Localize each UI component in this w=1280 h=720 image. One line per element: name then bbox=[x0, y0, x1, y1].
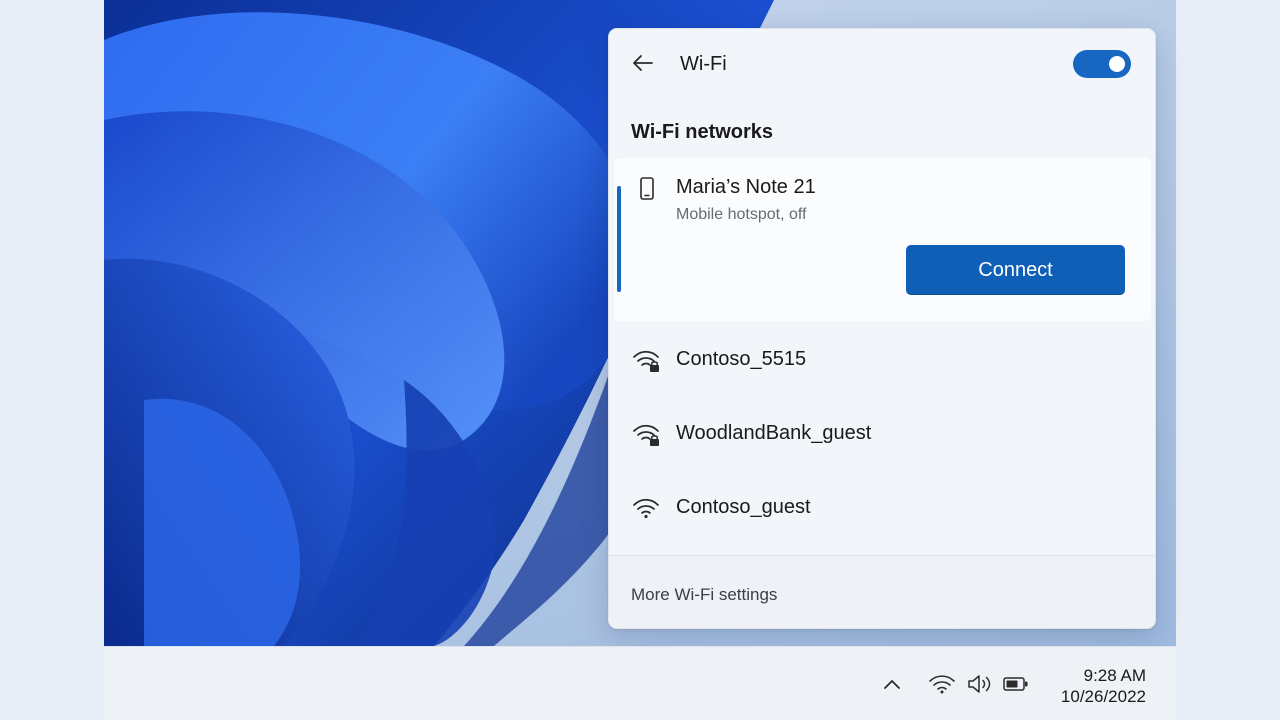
network-name: WoodlandBank_guest bbox=[676, 422, 872, 444]
more-wifi-settings-link[interactable]: More Wi-Fi settings bbox=[631, 585, 777, 605]
network-name: Contoso_5515 bbox=[676, 348, 807, 370]
battery-tray-button[interactable] bbox=[998, 647, 1034, 720]
toggle-knob bbox=[1109, 56, 1125, 72]
connect-button[interactable]: Connect bbox=[906, 245, 1125, 295]
battery-icon bbox=[1003, 677, 1028, 691]
flyout-footer: More Wi-Fi settings bbox=[609, 555, 1155, 628]
network-name: Maria’s Note 21 bbox=[676, 176, 816, 198]
flyout-title: Wi-Fi bbox=[680, 53, 727, 75]
selection-indicator bbox=[617, 186, 621, 292]
network-item[interactable]: WoodlandBank_guest bbox=[614, 402, 1151, 468]
wifi-icon bbox=[929, 675, 955, 694]
arrow-left-icon bbox=[633, 55, 653, 71]
flyout-header: Wi-Fi bbox=[609, 29, 1155, 99]
taskbar: 9:28 AM 10/26/2022 bbox=[104, 646, 1176, 720]
network-item[interactable]: Contoso_5515 bbox=[614, 328, 1151, 394]
chevron-up-icon bbox=[884, 680, 900, 689]
network-name: Contoso_guest bbox=[676, 496, 811, 518]
wifi-secured-icon bbox=[633, 350, 659, 372]
wifi-toggle[interactable] bbox=[1073, 50, 1131, 78]
network-item-selected[interactable]: Maria’s Note 21 Mobile hotspot, off Conn… bbox=[614, 158, 1151, 321]
wifi-flyout: Wi-Fi Wi-Fi networks Maria’s Note 21 Mob… bbox=[608, 28, 1156, 629]
clock-date: 10/26/2022 bbox=[1060, 687, 1146, 706]
volume-tray-button[interactable] bbox=[962, 647, 998, 720]
network-item[interactable]: Contoso_guest bbox=[614, 476, 1151, 542]
back-button[interactable] bbox=[627, 47, 659, 79]
wifi-icon bbox=[633, 498, 659, 519]
clock-time: 9:28 AM bbox=[1083, 666, 1146, 685]
network-status: Mobile hotspot, off bbox=[676, 206, 807, 223]
section-title: Wi-Fi networks bbox=[631, 121, 774, 143]
phone-icon bbox=[640, 177, 654, 200]
clock-button[interactable]: 9:28 AM 10/26/2022 bbox=[1061, 665, 1146, 707]
wifi-secured-icon bbox=[633, 424, 659, 446]
volume-icon bbox=[968, 675, 991, 693]
network-tray-button[interactable] bbox=[922, 647, 962, 720]
show-hidden-icons-button[interactable] bbox=[876, 647, 908, 720]
